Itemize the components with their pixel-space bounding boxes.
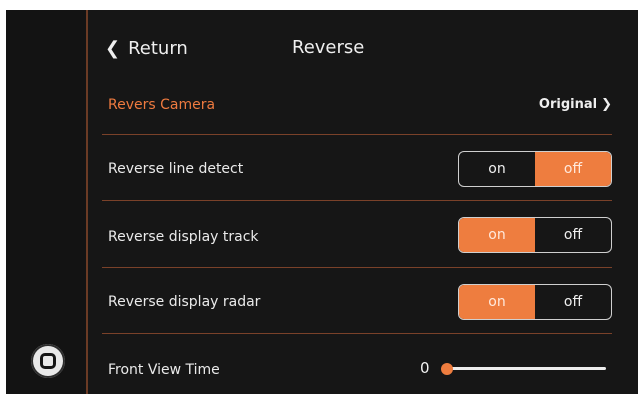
camera-row[interactable]: Revers Camera Original ❯ xyxy=(102,90,612,134)
chevron-left-icon: ❮ xyxy=(105,37,121,59)
home-square-icon xyxy=(40,353,56,369)
chevron-right-icon: ❯ xyxy=(601,97,612,112)
line-detect-row: Reverse line detect on off xyxy=(102,135,612,199)
front-view-time-row: Front View Time 0 xyxy=(102,334,612,394)
line-detect-on-option[interactable]: on xyxy=(459,152,535,186)
camera-label: Revers Camera xyxy=(108,97,216,113)
display-track-label: Reverse display track xyxy=(108,229,259,245)
front-view-time-slider-track[interactable] xyxy=(448,367,606,370)
front-view-time-label: Front View Time xyxy=(108,362,220,378)
camera-value-text: Original xyxy=(538,97,598,112)
line-detect-label: Reverse line detect xyxy=(108,161,244,177)
sidebar xyxy=(6,10,88,394)
header: ❮ Return Reverse xyxy=(102,10,612,86)
screen: ❮ Return Reverse Revers Camera Original … xyxy=(6,10,638,394)
home-button[interactable] xyxy=(31,344,65,378)
line-detect-toggle[interactable]: on off xyxy=(458,151,612,187)
front-view-time-value: 0 xyxy=(420,359,430,377)
display-radar-label: Reverse display radar xyxy=(108,294,261,310)
display-track-row: Reverse display track on off xyxy=(102,201,612,267)
display-track-toggle[interactable]: on off xyxy=(458,217,612,253)
display-radar-toggle[interactable]: on off xyxy=(458,284,612,320)
page-title: Reverse xyxy=(292,37,365,58)
display-radar-off-option[interactable]: off xyxy=(535,285,611,319)
display-radar-row: Reverse display radar on off xyxy=(102,268,612,332)
camera-value[interactable]: Original ❯ xyxy=(539,97,612,112)
back-label: Return xyxy=(128,37,188,59)
line-detect-off-option[interactable]: off xyxy=(535,152,611,186)
display-track-on-option[interactable]: on xyxy=(459,218,535,252)
display-track-off-option[interactable]: off xyxy=(535,218,611,252)
settings-content: ❮ Return Reverse Revers Camera Original … xyxy=(102,10,612,394)
display-radar-on-option[interactable]: on xyxy=(459,285,535,319)
back-button[interactable]: ❮ Return xyxy=(105,36,188,60)
front-view-time-slider-thumb[interactable] xyxy=(441,363,453,375)
